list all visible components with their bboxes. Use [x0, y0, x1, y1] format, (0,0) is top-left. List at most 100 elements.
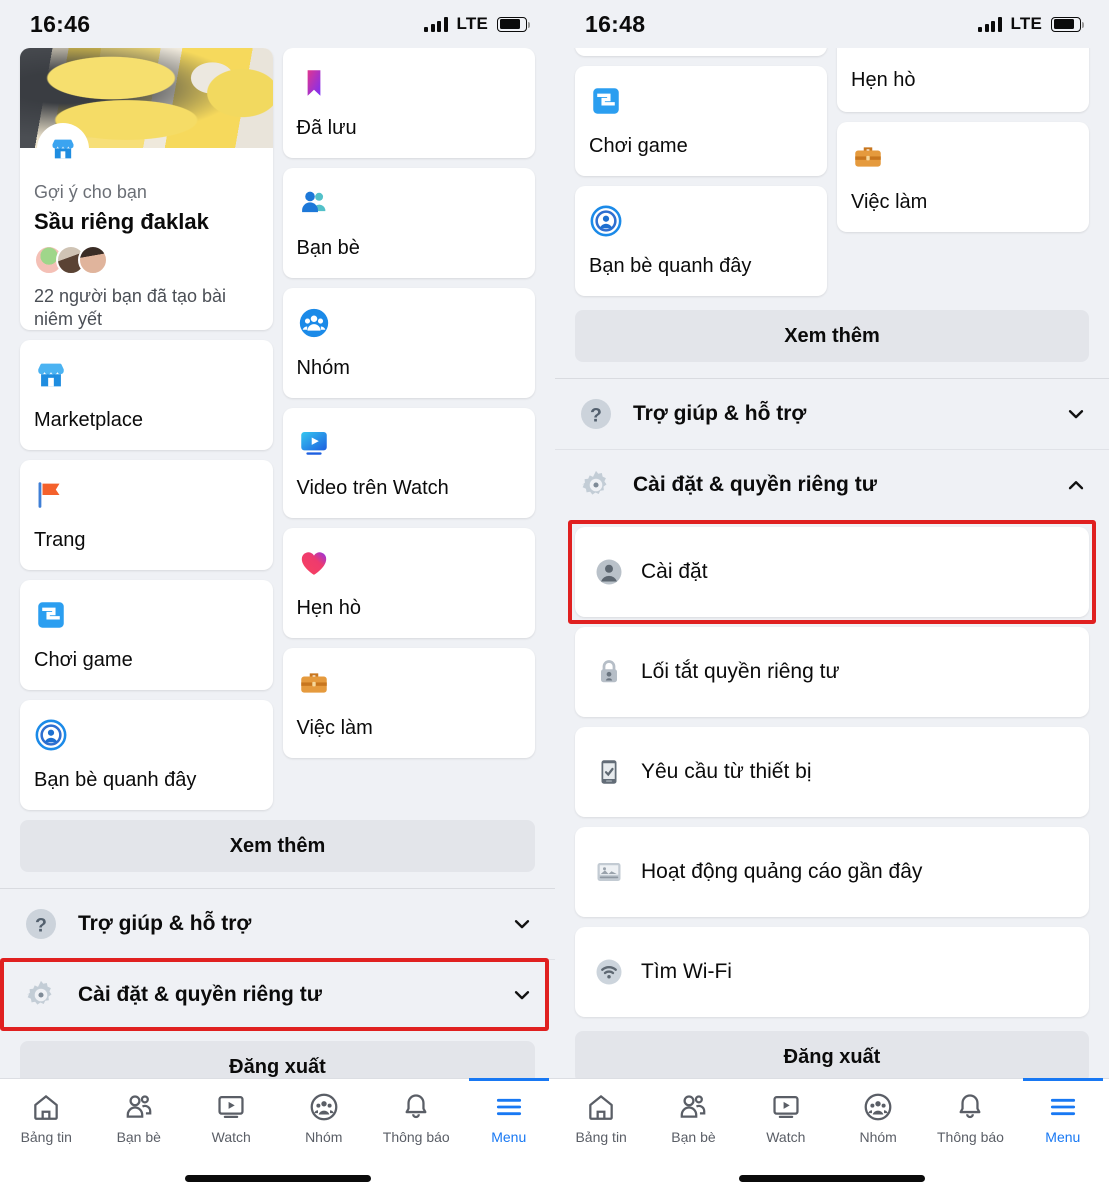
left-screen-body[interactable]: Gợi ý cho bạn Sầu riêng đaklak 22 người …	[0, 48, 555, 1078]
menu-card-dating[interactable]: Hẹn hò	[837, 48, 1089, 112]
menu-card-jobs[interactable]: Việc làm	[837, 122, 1089, 232]
chevron-down-icon[interactable]	[1065, 403, 1087, 425]
menu-card-label: Việc làm	[296, 717, 373, 739]
settings-item-label: Hoạt động quảng cáo gần đây	[641, 860, 923, 883]
menu-card-label: Chơi game	[34, 649, 133, 671]
left-grid-column-1: Gợi ý cho bạn Sầu riêng đaklak 22 người …	[20, 48, 273, 810]
help-question-icon: ?	[577, 395, 615, 433]
right-logout-wrap: Đăng xuất	[555, 1017, 1109, 1078]
left-menu-grid: Gợi ý cho bạn Sầu riêng đaklak 22 người …	[0, 48, 555, 810]
home-indicator[interactable]	[739, 1174, 925, 1182]
chevron-down-icon[interactable]	[511, 984, 533, 1006]
settings-item-privacy-shortcuts[interactable]: Lối tắt quyền riêng tư	[575, 627, 1089, 717]
see-more-button[interactable]: Xem thêm	[575, 310, 1089, 362]
logout-button[interactable]: Đăng xuất	[20, 1041, 535, 1078]
logout-button[interactable]: Đăng xuất	[575, 1031, 1089, 1078]
left-home-indicator-wrap	[0, 1156, 555, 1200]
hamburger-menu-icon	[1050, 1098, 1075, 1115]
menu-card-label: Trang	[34, 529, 86, 551]
tab-label: Watch	[211, 1128, 251, 1145]
tab-notifications[interactable]: Thông báo	[370, 1079, 463, 1156]
watch-icon	[773, 1095, 799, 1118]
left-expandable-section: ? Trợ giúp & hỗ trợ Cài đặt & quyền riên…	[0, 889, 555, 1031]
tab-friends[interactable]: Bạn bè	[647, 1079, 739, 1156]
left-see-more-wrap: Xem thêm	[0, 810, 555, 872]
tab-news-feed[interactable]: Bảng tin	[0, 1079, 93, 1156]
row-settings-and-privacy[interactable]: Cài đặt & quyền riêng tư	[555, 449, 1109, 519]
status-indicators: LTE	[424, 14, 530, 34]
chevron-up-icon[interactable]	[1065, 474, 1087, 496]
row-label: Trợ giúp & hỗ trợ	[78, 912, 252, 935]
menu-card-marketplace[interactable]: Marketplace	[20, 340, 273, 450]
jobs-briefcase-icon	[297, 664, 522, 702]
settings-item-settings[interactable]: Cài đặt	[568, 520, 1096, 624]
nearby-friends-icon	[589, 202, 813, 240]
home-indicator[interactable]	[184, 1174, 371, 1182]
right-tab-bar: Bảng tin Bạn bè Watch Nhóm Thông báo Men…	[555, 1078, 1109, 1156]
groups-icon	[864, 1093, 892, 1120]
row-label: Cài đặt & quyền riêng tư	[78, 982, 322, 1006]
settings-sublist: Cài đặt Lối tắt quyền riêng tư Yêu cầu t…	[555, 519, 1109, 1017]
tab-watch[interactable]: Watch	[740, 1079, 832, 1156]
menu-card-label: Video trên Watch	[296, 477, 449, 499]
tab-notifications[interactable]: Thông báo	[924, 1079, 1016, 1156]
menu-card-dating[interactable]: Hẹn hò	[282, 528, 535, 638]
menu-card-saved[interactable]: Đã lưu	[282, 48, 535, 158]
svg-text:?: ?	[590, 405, 602, 427]
row-label: Cài đặt & quyền riêng tư	[633, 472, 877, 496]
menu-card-groups[interactable]: Nhóm	[282, 288, 535, 398]
settings-item-label: Yêu cầu từ thiết bị	[641, 760, 812, 783]
right-screen-body[interactable]: Chơi game Bạn bè quanh đây Hẹn hò Việc l…	[555, 48, 1109, 1078]
tab-label: Bạn bè	[671, 1128, 716, 1145]
menu-card-gaming[interactable]: Chơi game	[20, 580, 273, 690]
avatar	[78, 245, 108, 275]
bell-icon	[960, 1093, 981, 1118]
settings-item-device-requests[interactable]: Yêu cầu từ thiết bị	[575, 727, 1089, 817]
settings-item-label: Tìm Wi-Fi	[641, 960, 732, 983]
privacy-lock-icon	[593, 656, 625, 688]
suggestion-body: Gợi ý cho bạn Sầu riêng đaklak 22 người …	[20, 148, 273, 330]
row-settings-and-privacy[interactable]: Cài đặt & quyền riêng tư	[0, 958, 555, 1031]
menu-card-partial-top[interactable]	[575, 48, 827, 56]
tab-watch[interactable]: Watch	[185, 1079, 278, 1156]
row-label: Trợ giúp & hỗ trợ	[633, 402, 807, 425]
menu-card-nearby-friends[interactable]: Bạn bè quanh đây	[20, 700, 273, 810]
bell-icon	[405, 1093, 427, 1118]
tab-news-feed[interactable]: Bảng tin	[555, 1079, 647, 1156]
watch-video-icon	[297, 424, 522, 462]
profile-avatar-icon	[593, 556, 625, 588]
menu-card-friends[interactable]: Bạn bè	[282, 168, 535, 278]
menu-card-watch[interactable]: Video trên Watch	[282, 408, 535, 518]
marketplace-storefront-icon	[34, 356, 259, 394]
signal-bars-icon	[424, 16, 448, 32]
settings-item-recent-ad-activity[interactable]: Hoạt động quảng cáo gần đây	[575, 827, 1089, 917]
tab-menu[interactable]: Menu	[463, 1078, 556, 1156]
nearby-friends-icon	[34, 716, 259, 754]
settings-item-label: Lối tắt quyền riêng tư	[641, 660, 840, 683]
marketplace-suggestion-card[interactable]: Gợi ý cho bạn Sầu riêng đaklak 22 người …	[20, 48, 273, 330]
chevron-down-icon[interactable]	[511, 913, 533, 935]
tab-groups[interactable]: Nhóm	[832, 1079, 924, 1156]
menu-card-gaming[interactable]: Chơi game	[575, 66, 827, 176]
see-more-button[interactable]: Xem thêm	[20, 820, 535, 872]
menu-card-label: Hẹn hò	[296, 597, 362, 619]
settings-gear-icon	[22, 976, 60, 1014]
tab-groups[interactable]: Nhóm	[278, 1079, 371, 1156]
right-expandable-section: ? Trợ giúp & hỗ trợ Cài đặt & quyền riên…	[555, 379, 1109, 519]
menu-card-nearby-friends[interactable]: Bạn bè quanh đây	[575, 186, 827, 296]
groups-icon	[310, 1093, 338, 1120]
menu-card-label: Marketplace	[34, 409, 143, 431]
tab-friends[interactable]: Bạn bè	[93, 1079, 186, 1156]
home-icon	[589, 1094, 613, 1120]
menu-card-label: Bạn bè	[296, 237, 360, 259]
home-icon	[34, 1094, 59, 1120]
menu-card-pages[interactable]: Trang	[20, 460, 273, 570]
status-indicators: LTE	[978, 14, 1084, 34]
menu-card-jobs[interactable]: Việc làm	[282, 648, 535, 758]
row-help-and-support[interactable]: ? Trợ giúp & hỗ trợ	[0, 889, 555, 959]
settings-item-find-wifi[interactable]: Tìm Wi-Fi	[575, 927, 1089, 1017]
status-time: 16:46	[30, 10, 91, 37]
row-help-and-support[interactable]: ? Trợ giúp & hỗ trợ	[555, 379, 1109, 449]
friends-icon	[681, 1094, 706, 1118]
tab-menu[interactable]: Menu	[1017, 1078, 1109, 1156]
